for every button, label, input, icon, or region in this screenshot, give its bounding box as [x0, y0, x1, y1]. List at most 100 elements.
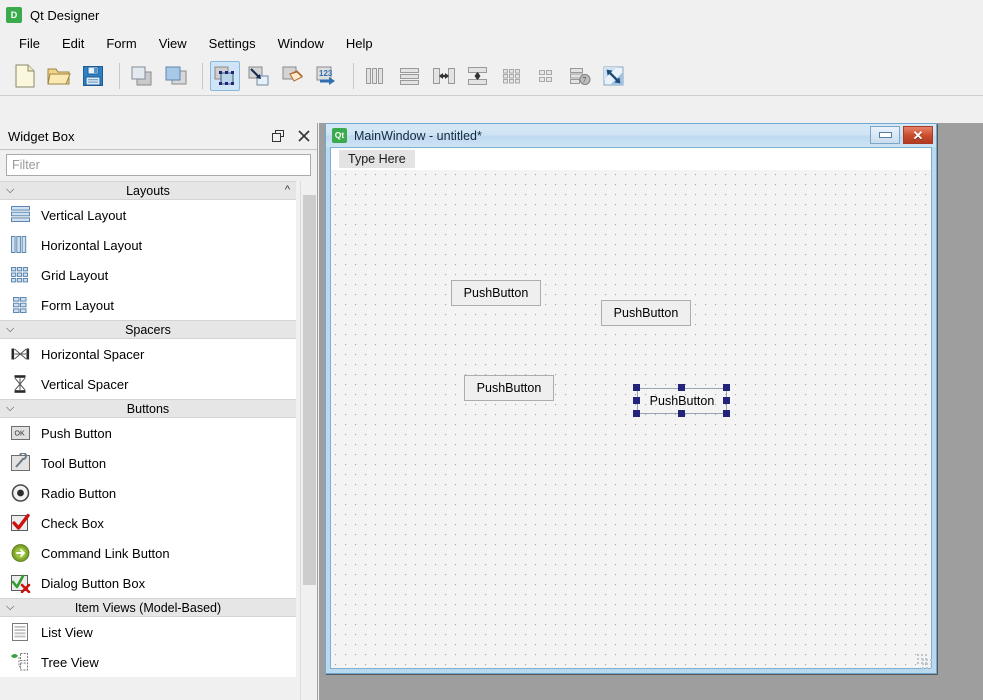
close-button[interactable]: ✕: [903, 126, 933, 144]
menu-window[interactable]: Window: [267, 33, 335, 54]
dialog-button-box-icon: [8, 572, 32, 594]
svg-text:123: 123: [319, 69, 333, 78]
menu-settings[interactable]: Settings: [198, 33, 267, 54]
category-label: Buttons: [126, 401, 170, 416]
widget-item-radio-button[interactable]: Radio Button: [0, 478, 296, 508]
category-header-item-views[interactable]: ⌵ Item Views (Model-Based): [0, 598, 296, 617]
category-header-buttons[interactable]: ⌵ Buttons: [0, 399, 296, 418]
form-window-controls: ✕: [870, 126, 933, 144]
break-layout-icon[interactable]: 7: [565, 61, 595, 91]
grid-layout-icon: [8, 264, 32, 286]
push-button-2[interactable]: PushButton: [601, 300, 691, 326]
menu-view[interactable]: View: [148, 33, 198, 54]
workspace: Widget Box Filter ⌵ Layouts ^ Vertical L…: [0, 123, 983, 700]
tool-button-icon: [8, 452, 32, 474]
app-logo-icon: D: [6, 7, 22, 23]
chevron-down-icon: ⌵: [6, 323, 15, 335]
open-folder-icon[interactable]: [44, 61, 74, 91]
form-window-titlebar[interactable]: Qt MainWindow - untitled* ✕: [326, 124, 936, 147]
resize-handle-middle-right[interactable]: [723, 397, 730, 404]
menu-help[interactable]: Help: [335, 33, 384, 54]
toolbar-separator: [353, 62, 354, 89]
widget-item-vertical-layout[interactable]: Vertical Layout: [0, 200, 296, 230]
widget-item-check-box[interactable]: Check Box: [0, 508, 296, 538]
undock-icon[interactable]: [271, 129, 285, 143]
widget-item-horizontal-spacer[interactable]: Horizontal Spacer: [0, 339, 296, 369]
widget-item-label: Tool Button: [41, 455, 107, 471]
chevron-down-icon: ⌵: [6, 601, 15, 613]
bring-to-front-icon[interactable]: [161, 61, 191, 91]
widget-item-form-layout[interactable]: Form Layout: [0, 290, 296, 320]
save-floppy-icon[interactable]: [78, 61, 108, 91]
layout-v-splitter-icon[interactable]: [463, 61, 493, 91]
edit-tab-order-icon[interactable]: 123: [312, 61, 342, 91]
layout-grid-icon[interactable]: [497, 61, 527, 91]
close-icon: ✕: [912, 127, 924, 143]
widget-item-vertical-spacer[interactable]: Vertical Spacer: [0, 369, 296, 399]
main-toolbar: 123 7: [0, 56, 983, 96]
category-header-spacers[interactable]: ⌵ Spacers: [0, 320, 296, 339]
widget-item-tree-view[interactable]: Tree View: [0, 647, 296, 677]
application-title: Qt Designer: [30, 7, 100, 23]
widget-item-label: Vertical Layout: [41, 207, 127, 223]
layout-horizontally-icon[interactable]: [361, 61, 391, 91]
resize-handle-bottom-center[interactable]: [678, 410, 685, 417]
widget-item-list-view[interactable]: List View: [0, 617, 296, 647]
resize-handle-middle-left[interactable]: [633, 397, 640, 404]
tree-view-icon: [8, 651, 32, 673]
widget-item-command-link-button[interactable]: Command Link Button: [0, 538, 296, 568]
widget-item-label: Vertical Spacer: [41, 376, 129, 392]
menu-edit[interactable]: Edit: [51, 33, 95, 54]
layout-h-splitter-icon[interactable]: [429, 61, 459, 91]
widget-box-title: Widget Box: [8, 128, 75, 144]
widget-item-label: Horizontal Spacer: [41, 346, 145, 362]
menubar-type-here-placeholder[interactable]: Type Here: [339, 150, 415, 168]
edit-buddies-icon[interactable]: [278, 61, 308, 91]
category-label: Layouts: [126, 183, 170, 198]
widget-box-scrollbar[interactable]: [300, 181, 317, 700]
widget-item-label: Command Link Button: [41, 545, 170, 561]
push-button-1[interactable]: PushButton: [451, 280, 541, 306]
vertical-spacer-icon: [8, 373, 32, 395]
widget-item-label: Dialog Button Box: [41, 575, 146, 591]
horizontal-layout-icon: [8, 234, 32, 256]
push-button-3[interactable]: PushButton: [464, 375, 554, 401]
layout-form-icon[interactable]: [531, 61, 561, 91]
resize-handle-bottom-right[interactable]: [723, 410, 730, 417]
widget-item-label: List View: [41, 624, 93, 640]
edit-signals-slots-icon[interactable]: [244, 61, 274, 91]
minimize-button[interactable]: [870, 126, 900, 144]
layout-vertically-icon[interactable]: [395, 61, 425, 91]
resize-handle-top-right[interactable]: [723, 384, 730, 391]
filter-input[interactable]: [6, 154, 311, 176]
widget-item-horizontal-layout[interactable]: Horizontal Layout: [0, 230, 296, 260]
form-window[interactable]: Qt MainWindow - untitled* ✕ Type Here Pu…: [325, 123, 937, 674]
widget-item-dialog-button-box[interactable]: Dialog Button Box: [0, 568, 296, 598]
form-canvas[interactable]: PushButton PushButton PushButton PushBut…: [331, 170, 931, 668]
close-icon[interactable]: [297, 129, 311, 143]
form-menubar: Type Here: [331, 148, 931, 171]
resize-handle-top-left[interactable]: [633, 384, 640, 391]
resize-handle-bottom-left[interactable]: [633, 410, 640, 417]
widget-item-label: Radio Button: [41, 485, 117, 501]
widget-item-push-button[interactable]: OK Push Button: [0, 418, 296, 448]
push-button-icon: OK: [8, 422, 32, 444]
scrollbar-thumb[interactable]: [303, 195, 316, 585]
edit-widgets-icon[interactable]: [210, 60, 240, 91]
menu-form[interactable]: Form: [95, 33, 147, 54]
widget-item-grid-layout[interactable]: Grid Layout: [0, 260, 296, 290]
widget-item-label: Grid Layout: [41, 267, 109, 283]
qt-logo-icon: Qt: [332, 128, 347, 143]
adjust-size-icon[interactable]: [599, 61, 629, 91]
send-to-back-icon[interactable]: [127, 61, 157, 91]
form-layout-icon: [8, 294, 32, 316]
widget-item-tool-button[interactable]: Tool Button: [0, 448, 296, 478]
form-window-resize-grip[interactable]: [922, 659, 933, 670]
list-view-icon: [8, 621, 32, 643]
menu-file[interactable]: File: [8, 33, 51, 54]
resize-handle-top-center[interactable]: [678, 384, 685, 391]
minimize-icon: [878, 132, 892, 138]
app-logo-letter: D: [10, 9, 18, 20]
new-form-icon[interactable]: [10, 61, 40, 91]
category-header-layouts[interactable]: ⌵ Layouts ^: [0, 181, 296, 200]
